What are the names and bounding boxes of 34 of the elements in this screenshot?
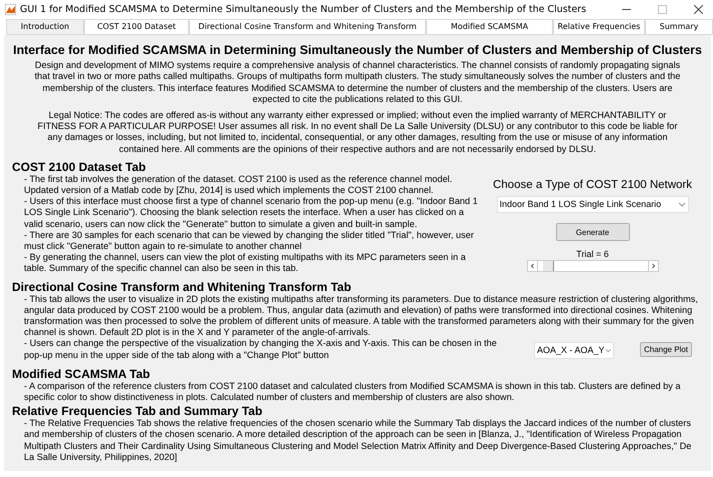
change-plot-button[interactable]: Change Plot (640, 342, 692, 358)
intro-heading: Interface for Modified SCAMSMA in Determining Simultaneously the Number of Clusters and Membership of Clusters (12, 45, 703, 56)
window-title: GUI 1 for Modified SCAMSMA to Determine Simultaneously the Number of Clusters and the Membership of the Clusters (20, 4, 586, 15)
caret-icon (678, 202, 686, 208)
network-label: Choose a Type of COST 2100 Network (492, 180, 692, 192)
network-dropdown[interactable]: Indoor Band 1 LOS Single Link Scenario (496, 196, 688, 214)
tab[interactable]: Summary (645, 19, 713, 34)
close-icon[interactable] (694, 5, 703, 14)
section-text: - This tab allows the user to visualize in 2D plots the existing multipaths after transforming its parameters. Due to distance measure restriction of clustering algorithms, angular data produced by COST 2100 would be a problem. Thus, angular data (azimuth and elevation) of paths were transformed into directional cosines. Whitening transformation was then processed to solve the problem of different units of measure. A table with the transformed parameters along with their summary for the given channel is shown. Default 2D plot is in the X and Y parameter of the angle-of-arrivals. (23, 294, 699, 338)
section-text: - Users can change the perspective of the visualization by changing the X-axis and Y-axis. This can be chosen in the pop-up menu in the upper side of the tab along with a "Change Plot" button (23, 338, 498, 361)
section-text: - Users of this interface must choose first a type of channel scenario from the pop-up menu (e.g. "Indoor Band 1 LOS Single Link Scenario"). Choosing the blank selection resets the interface. When a user has clicked on a valid scenario, users can now click the "Generate" button to simulate a given and built-in sample. (23, 196, 479, 230)
app-icon (5, 4, 16, 15)
generate-button[interactable]: Generate (556, 223, 630, 242)
tab[interactable]: Modified SCAMSMA (426, 19, 553, 34)
tab[interactable]: Relative Frequencies (553, 19, 645, 34)
section-text: - A comparison of the reference clusters from COST 2100 dataset and calculated clusters from Modified SCAMSMA is shown in this tab. Clusters are defined by a specific color to show distinctiveness in plots. Calculated number of clusters and membership of clusters are also shown. (23, 380, 682, 404)
legal-notice: Legal Notice: The codes are offered as-is without any warranty either expressed or implied; without even the implied warranty of MERCHANTABILITY or FITNESS FOR A PARTICULAR PURPOSE! User assumes all risk. In no event shall De La Salle University (DLSU) or any contributor to this code be liable for any damages or losses, including, but not limited to, incidental, consequential, or any other damages, resulting from the use or misuse of any information contained here. All comments are the opinions of their respective authors and are not necessarily endorsed by DLSU. (36, 110, 678, 155)
trial-label: Trial = 6 (576, 249, 609, 260)
trial-slider[interactable] (526, 260, 658, 272)
intro-description: Design and development of MIMO systems require a comprehensive analysis of channel characteristics. The channel consists of randomly propagating signals that travel in two or more paths called multipaths. Groups of multipaths form multipath clusters. The study simultaneously solves the number of clusters and the membership of the clusters. This interface features Modified SCAMSMA to determine the number of clusters and the membership of the clusters. Users are expected to cite the publications related to this GUI. (34, 60, 682, 106)
plot-dropdown[interactable]: AOA_X - AOA_Y (534, 342, 614, 360)
caret-icon (604, 348, 611, 354)
section-heading: Directional Cosine Transform and Whitening Transform Tab (12, 280, 352, 294)
section-text: - There are 30 samples for each scenario that can be viewed by changing the slider titled "Trial", however, user must click "Generate" button again to re-simulate to another channel (23, 230, 475, 252)
section-text: - The Relative Frequencies Tab shows the relative frequencies of the chosen scenario while the Summary Tab displays the Jaccard indices of the number of clusters and membership of clusters of the chosen scenario. A more detailed description of the approach can be seen in [Blanza, J., "Identification of Wireless Propagation Multipath Clusters and Their Cardinality Using Simultaneous Clustering and Model Selection Matrix Affinity and Deep Divergence-Based Clustering Approaches," De La Salle University, Philippines, 2020] (23, 418, 692, 464)
section-text: - By generating the channel, users can view the plot of existing multipaths with its MPC parameters seen in a table. Summary of the specific channel can also be seen in this tab. (23, 252, 467, 275)
tab[interactable]: Introduction (6, 19, 84, 34)
section-heading: COST 2100 Dataset Tab (12, 160, 147, 174)
section-text: - The first tab involves the generation of the dataset. COST 2100 is used as the reference channel model. Updated version of a Matlab code by [Zhu, 2014] is used which implements the COST 2100 channel. (23, 174, 454, 196)
slider-thumb[interactable] (543, 261, 554, 272)
tab[interactable]: Directional Cosine Transform and Whitening Transform (189, 19, 426, 34)
section-heading: Modified SCAMSMA Tab (12, 366, 151, 381)
section-heading: Relative Frequencies Tab and Summary Tab (12, 404, 264, 418)
tab[interactable]: COST 2100 Dataset (84, 19, 189, 34)
